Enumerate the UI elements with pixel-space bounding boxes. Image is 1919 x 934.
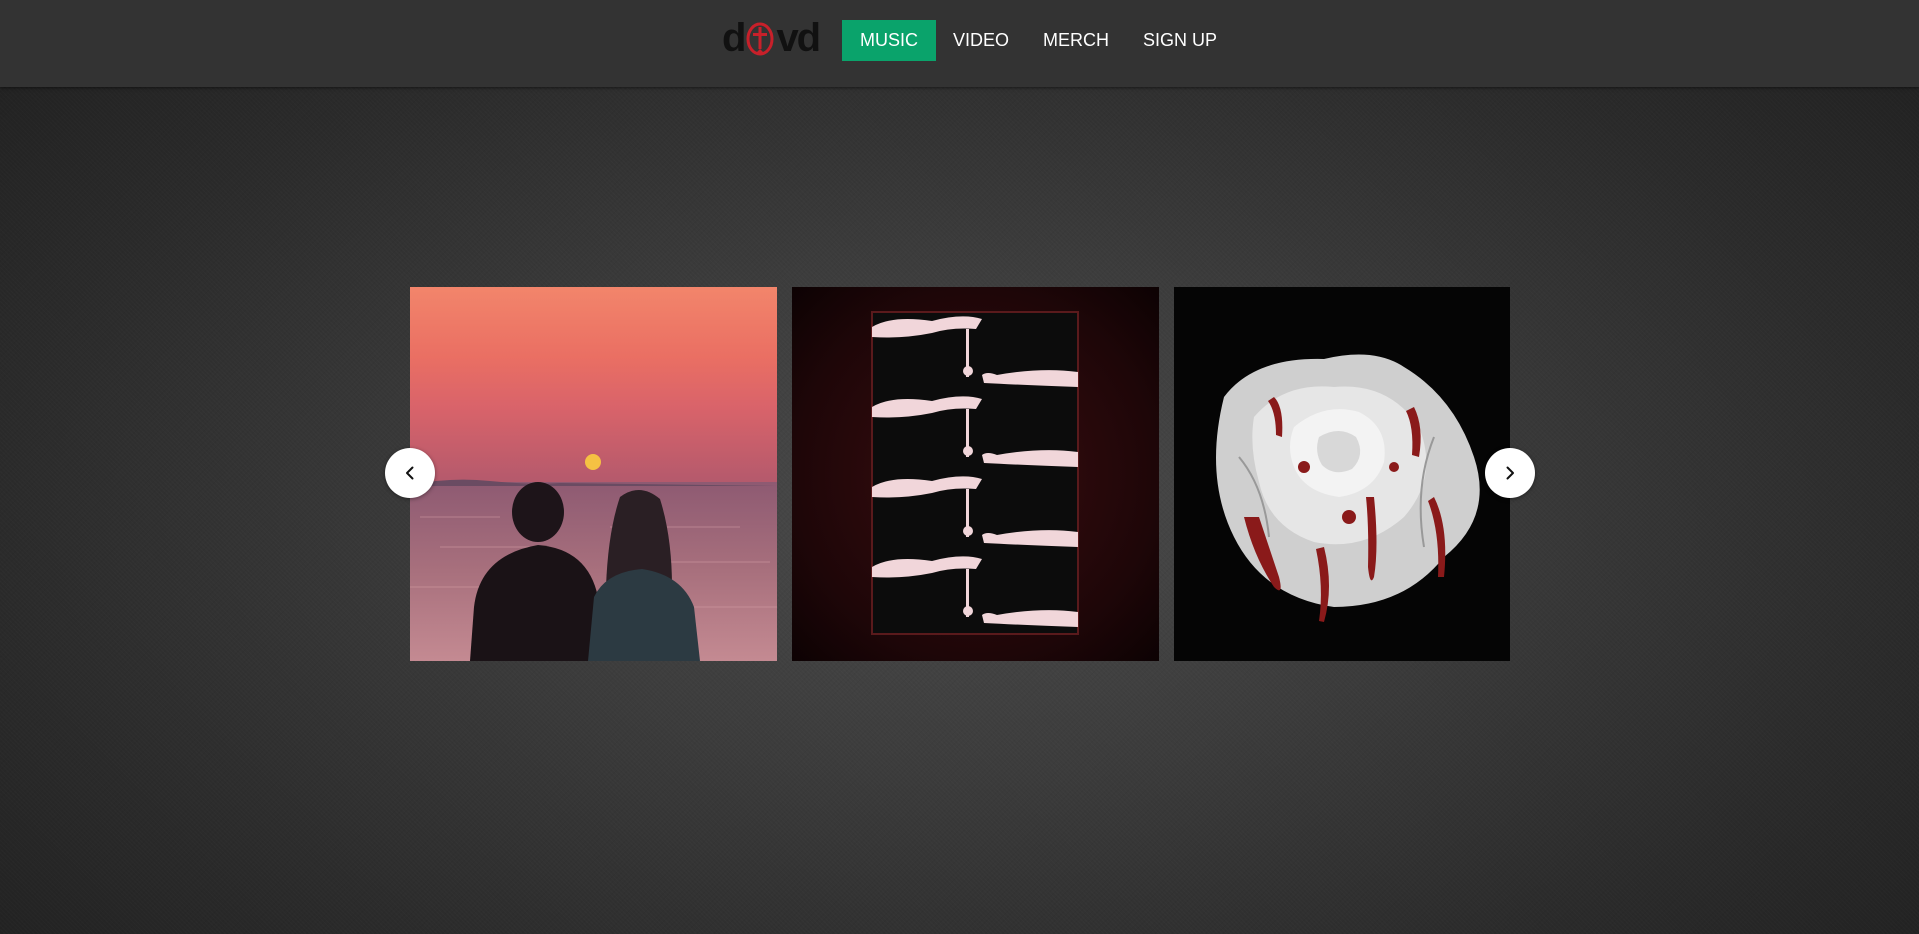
sunset-couple-image (410, 287, 777, 661)
hands-rose-pattern-image (792, 287, 1159, 661)
carousel-slide-sunset[interactable] (410, 287, 777, 661)
carousel-next-button[interactable] (1485, 448, 1535, 498)
logo-text-left: d (722, 15, 746, 60)
nav-item-sign-up[interactable]: SIGN UP (1126, 20, 1234, 61)
album-carousel (410, 287, 1510, 661)
logo-cross-icon (745, 19, 775, 57)
bloody-white-rose-image (1174, 287, 1510, 661)
carousel-prev-button[interactable] (385, 448, 435, 498)
logo[interactable]: d vd (722, 15, 821, 60)
carousel-slide-rose[interactable] (1174, 287, 1510, 661)
nav-item-music[interactable]: MUSIC (842, 20, 936, 61)
carousel-slide-hands[interactable] (792, 287, 1159, 661)
site-header: d vd MUSIC VIDEO MERCH SIGN UP (0, 0, 1919, 87)
chevron-right-icon (1506, 466, 1514, 480)
main-nav: MUSIC VIDEO MERCH SIGN UP (842, 20, 1234, 61)
nav-item-video[interactable]: VIDEO (936, 20, 1026, 61)
logo-text-right: vd (776, 15, 821, 60)
chevron-left-icon (406, 466, 414, 480)
nav-item-merch[interactable]: MERCH (1026, 20, 1126, 61)
